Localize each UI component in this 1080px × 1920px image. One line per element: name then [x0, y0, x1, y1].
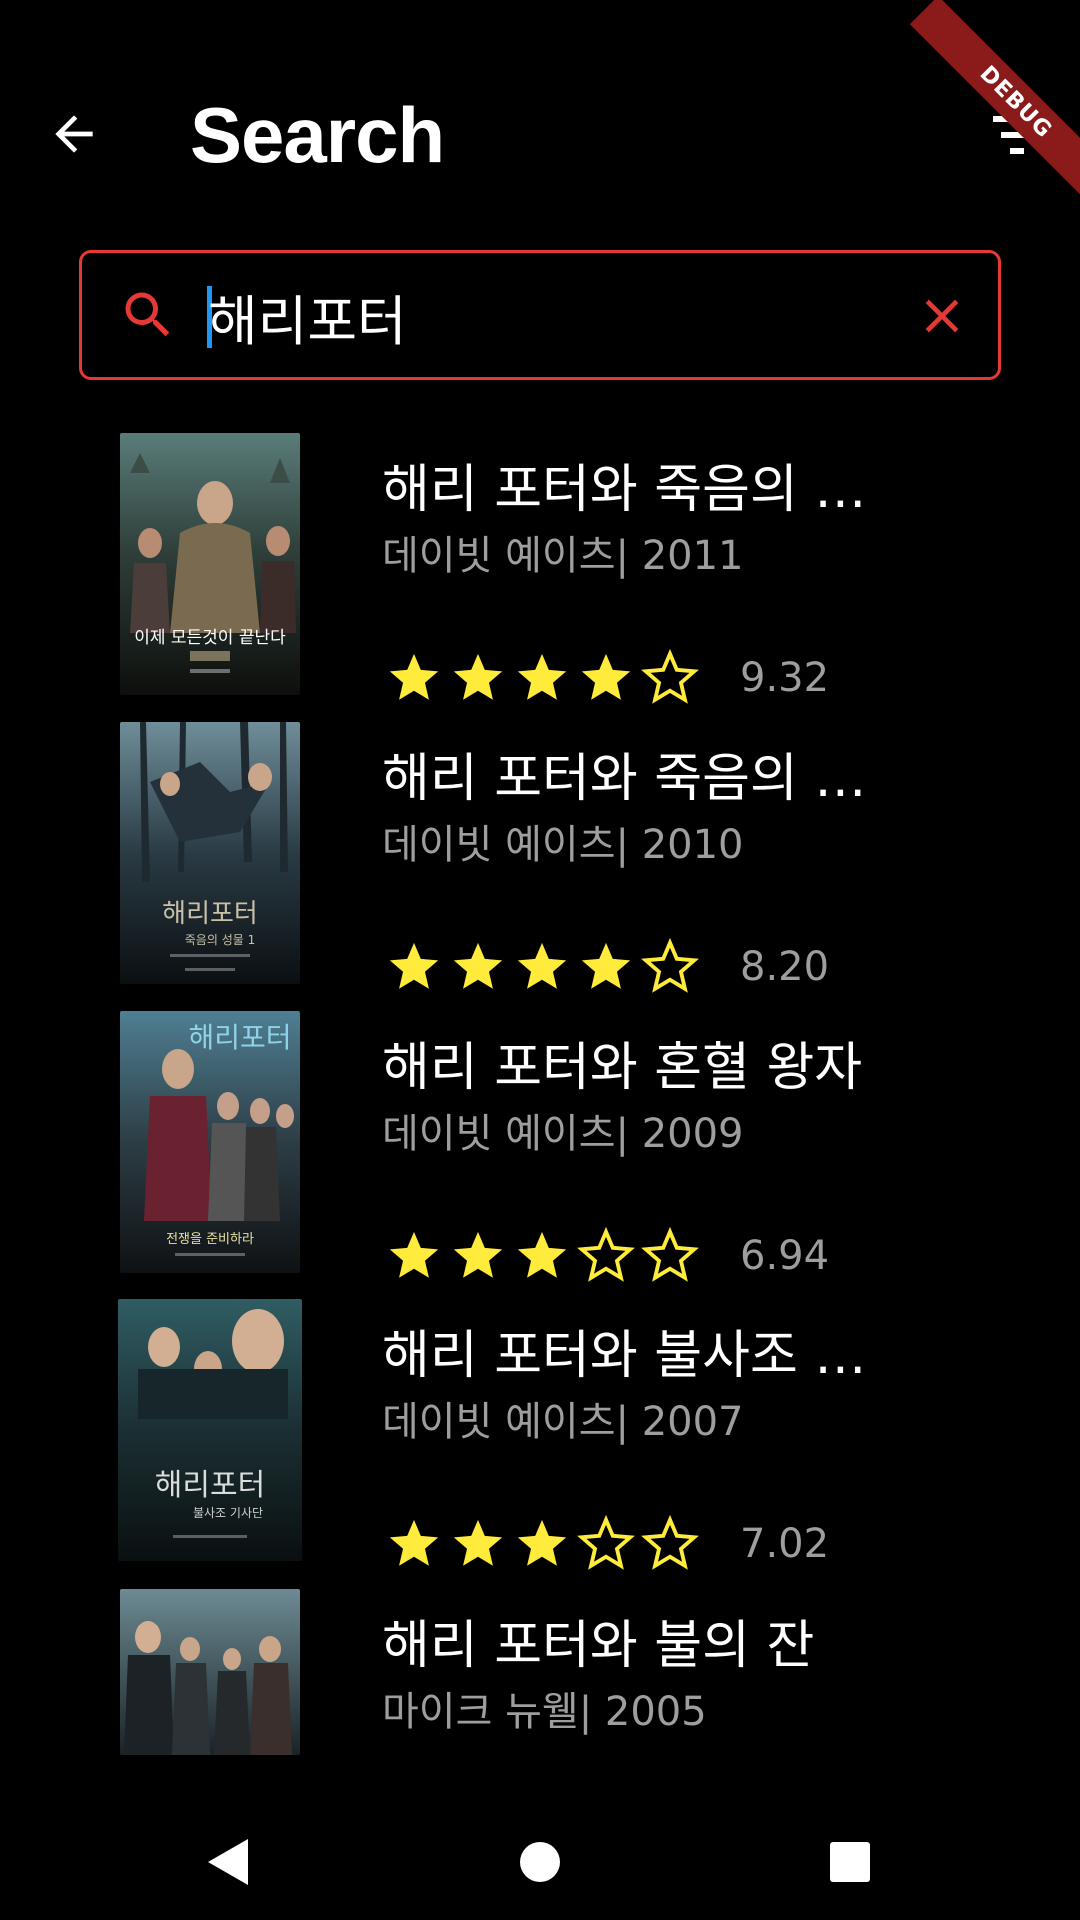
- star-filled-icon: [510, 1512, 574, 1576]
- list-item[interactable]: 해리포터 죽음의 성물 1 해리 포터와 죽음의 성... 데이빗 예이츠| 2…: [0, 719, 1080, 1004]
- movie-title: 해리 포터와 죽음의 성...: [382, 460, 902, 520]
- nav-home-circle-icon[interactable]: [508, 1830, 572, 1894]
- search-results-list: 이제 모든것이 끝난다 해리 포터와 죽음의 성... 데이빗 예이츠| 201…: [0, 430, 1080, 1760]
- list-item[interactable]: 이제 모든것이 끝난다 해리 포터와 죽음의 성... 데이빗 예이츠| 201…: [0, 430, 1080, 715]
- star-outline-icon: [574, 1224, 638, 1288]
- poster-text: 해리포터: [162, 899, 258, 929]
- rating-value: 8.20: [740, 944, 830, 990]
- star-filled-icon: [446, 1224, 510, 1288]
- star-outline-icon: [638, 1224, 702, 1288]
- poster-text: [208, 1406, 212, 1421]
- system-nav-bar: [0, 1800, 1080, 1920]
- search-field[interactable]: [79, 250, 1001, 380]
- star-filled-icon: [510, 1224, 574, 1288]
- list-item[interactable]: 해리포터 전쟁을 준비하라 해리 포터와 혼혈 왕자 데이빗 예이츠| 2009: [0, 1008, 1080, 1293]
- poster-text: 해리포터: [155, 1468, 265, 1503]
- movie-meta: 마이크 뉴웰| 2005: [382, 1689, 707, 1735]
- poster-text: 이제 모든것이 끝난다: [134, 628, 286, 648]
- star-filled-icon: [446, 1512, 510, 1576]
- search-input[interactable]: [208, 273, 808, 359]
- rating-stars: 8.20: [382, 937, 829, 997]
- movie-meta: 데이빗 예이츠| 2007: [382, 1399, 744, 1445]
- star-outline-icon: [638, 1512, 702, 1576]
- star-outline-icon: [638, 935, 702, 999]
- movie-poster-image: 해리포터 불사조 기사단: [118, 1299, 302, 1561]
- poster-text: 죽음의 성물 1: [185, 933, 255, 947]
- search-screen: Search DEBUG 해리포터 이제 모든것이 끝난다 해리 포터와 죽음의…: [0, 0, 1080, 1920]
- nav-back-triangle-icon[interactable]: [195, 1830, 259, 1894]
- rating-value: 9.32: [740, 655, 830, 701]
- star-filled-icon: [446, 935, 510, 999]
- star-filled-icon: [574, 935, 638, 999]
- poster-text: 불사조 기사단: [193, 1506, 263, 1520]
- star-filled-icon: [446, 646, 510, 710]
- close-icon[interactable]: [914, 288, 970, 344]
- star-filled-icon: [574, 646, 638, 710]
- poster-text: 해리포터: [188, 1021, 291, 1054]
- star-filled-icon: [382, 1512, 446, 1576]
- app-bar: Search: [0, 0, 1080, 230]
- movie-poster-image: 해리포터 죽음의 성물 1: [120, 722, 300, 984]
- star-outline-icon: [574, 1512, 638, 1576]
- movie-poster-image: [120, 1589, 300, 1755]
- rating-stars: 7.02: [382, 1514, 829, 1574]
- list-item[interactable]: 해리 포터와 불의 잔 마이크 뉴웰| 2005: [0, 1586, 1080, 1760]
- movie-title: 해리 포터와 혼혈 왕자: [382, 1038, 863, 1098]
- star-filled-icon: [510, 935, 574, 999]
- movie-meta: 데이빗 예이츠| 2010: [382, 822, 744, 868]
- list-item[interactable]: 해리포터 불사조 기사단 해리 포터와 불사조 기... 데이빗 예이츠| 20…: [0, 1296, 1080, 1581]
- star-filled-icon: [382, 935, 446, 999]
- star-filled-icon: [510, 646, 574, 710]
- movie-title: 해리 포터와 불사조 기...: [382, 1326, 902, 1386]
- movie-title: 해리 포터와 불의 잔: [382, 1616, 815, 1676]
- rating-stars: 9.32: [382, 648, 829, 708]
- star-filled-icon: [382, 646, 446, 710]
- movie-poster-image: 해리포터 전쟁을 준비하라: [120, 1011, 300, 1273]
- movie-poster-image: 이제 모든것이 끝난다: [120, 433, 300, 695]
- poster-text: 전쟁을 준비하라: [166, 1232, 254, 1247]
- page-title: Search: [190, 91, 445, 179]
- star-filled-icon: [382, 1224, 446, 1288]
- movie-meta: 데이빗 예이츠| 2011: [382, 533, 744, 579]
- rating-value: 6.94: [740, 1233, 830, 1279]
- nav-recents-square-icon[interactable]: [818, 1830, 882, 1894]
- movie-title: 해리 포터와 죽음의 성...: [382, 749, 902, 809]
- search-icon: [118, 285, 178, 345]
- star-outline-icon: [638, 646, 702, 710]
- rating-value: 7.02: [740, 1521, 830, 1567]
- rating-stars: 6.94: [382, 1226, 829, 1286]
- arrow-left-icon[interactable]: [40, 100, 108, 168]
- movie-meta: 데이빗 예이츠| 2009: [382, 1111, 744, 1157]
